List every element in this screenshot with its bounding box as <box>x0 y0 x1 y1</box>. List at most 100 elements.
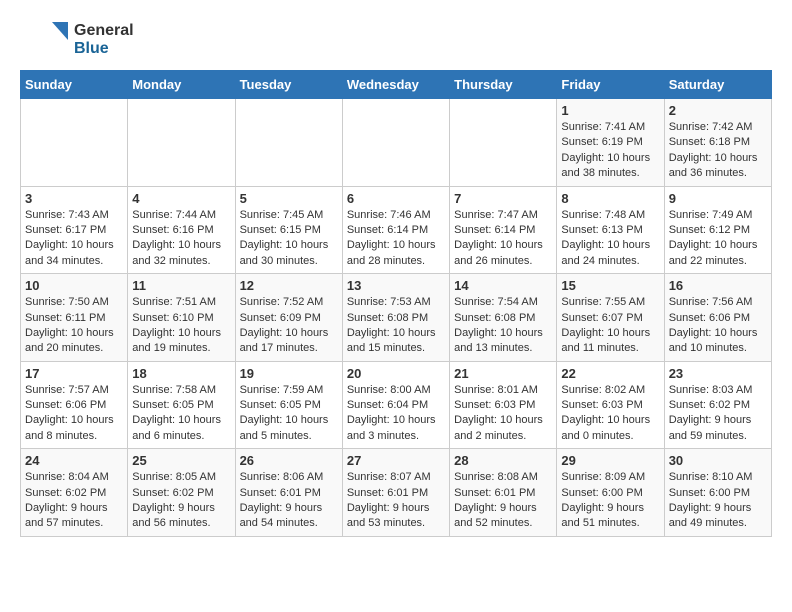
day-number: 26 <box>240 453 338 468</box>
day-number: 19 <box>240 366 338 381</box>
calendar-cell <box>342 99 449 187</box>
day-number: 4 <box>132 191 230 206</box>
page-header: GeneralBlue <box>20 20 772 60</box>
calendar-cell: 1 Sunrise: 7:41 AM Sunset: 6:19 PM Daylig… <box>557 99 664 187</box>
calendar-cell: 16 Sunrise: 7:56 AM Sunset: 6:06 PM Dayli… <box>664 274 771 362</box>
day-number: 5 <box>240 191 338 206</box>
day-detail: Sunrise: 7:45 AM Sunset: 6:15 PM Dayligh… <box>240 208 338 270</box>
calendar-cell: 19 Sunrise: 7:59 AM Sunset: 6:05 PM Dayli… <box>235 361 342 449</box>
day-detail: Sunrise: 8:02 AM Sunset: 6:03 PM Dayligh… <box>561 383 659 445</box>
calendar-cell <box>450 99 557 187</box>
day-number: 3 <box>25 191 123 206</box>
day-detail: Sunrise: 7:55 AM Sunset: 6:07 PM Dayligh… <box>561 295 659 357</box>
day-detail: Sunrise: 8:01 AM Sunset: 6:03 PM Dayligh… <box>454 383 552 445</box>
day-number: 25 <box>132 453 230 468</box>
day-number: 11 <box>132 278 230 293</box>
day-detail: Sunrise: 7:59 AM Sunset: 6:05 PM Dayligh… <box>240 383 338 445</box>
day-detail: Sunrise: 7:49 AM Sunset: 6:12 PM Dayligh… <box>669 208 767 270</box>
calendar-cell: 2Sunrise: 7:42 AM Sunset: 6:18 PM Daylig… <box>664 99 771 187</box>
day-detail: Sunrise: 7:42 AM Sunset: 6:18 PM Dayligh… <box>669 120 767 182</box>
logo-svg <box>20 20 70 60</box>
day-detail: Sunrise: 8:03 AM Sunset: 6:02 PM Dayligh… <box>669 383 767 445</box>
day-detail: Sunrise: 8:10 AM Sunset: 6:00 PM Dayligh… <box>669 470 767 532</box>
day-detail: Sunrise: 8:08 AM Sunset: 6:01 PM Dayligh… <box>454 470 552 532</box>
calendar-cell: 9 Sunrise: 7:49 AM Sunset: 6:12 PM Daylig… <box>664 186 771 274</box>
day-number: 14 <box>454 278 552 293</box>
calendar-cell: 20Sunrise: 8:00 AM Sunset: 6:04 PM Dayli… <box>342 361 449 449</box>
day-number: 8 <box>561 191 659 206</box>
logo-general: General <box>74 22 134 40</box>
calendar-cell: 14 Sunrise: 7:54 AM Sunset: 6:08 PM Dayli… <box>450 274 557 362</box>
day-detail: Sunrise: 7:58 AM Sunset: 6:05 PM Dayligh… <box>132 383 230 445</box>
day-number: 20 <box>347 366 445 381</box>
calendar-cell: 30 Sunrise: 8:10 AM Sunset: 6:00 PM Dayli… <box>664 449 771 537</box>
day-detail: Sunrise: 7:54 AM Sunset: 6:08 PM Dayligh… <box>454 295 552 357</box>
day-number: 1 <box>561 103 659 118</box>
calendar-cell <box>21 99 128 187</box>
day-detail: Sunrise: 7:56 AM Sunset: 6:06 PM Dayligh… <box>669 295 767 357</box>
day-detail: Sunrise: 7:44 AM Sunset: 6:16 PM Dayligh… <box>132 208 230 270</box>
day-number: 6 <box>347 191 445 206</box>
day-number: 7 <box>454 191 552 206</box>
calendar-cell <box>128 99 235 187</box>
logo-blue: Blue <box>74 40 134 58</box>
day-number: 22 <box>561 366 659 381</box>
day-detail: Sunrise: 7:50 AM Sunset: 6:11 PM Dayligh… <box>25 295 123 357</box>
day-number: 18 <box>132 366 230 381</box>
day-number: 17 <box>25 366 123 381</box>
week-row-1: 3 Sunrise: 7:43 AM Sunset: 6:17 PM Daylig… <box>21 186 772 274</box>
calendar-cell: 4 Sunrise: 7:44 AM Sunset: 6:16 PM Daylig… <box>128 186 235 274</box>
week-row-4: 24 Sunrise: 8:04 AM Sunset: 6:02 PM Dayli… <box>21 449 772 537</box>
calendar-cell: 22 Sunrise: 8:02 AM Sunset: 6:03 PM Dayli… <box>557 361 664 449</box>
day-number: 12 <box>240 278 338 293</box>
calendar-cell: 21Sunrise: 8:01 AM Sunset: 6:03 PM Dayli… <box>450 361 557 449</box>
day-number: 30 <box>669 453 767 468</box>
calendar-cell: 28 Sunrise: 8:08 AM Sunset: 6:01 PM Dayli… <box>450 449 557 537</box>
calendar-cell: 10 Sunrise: 7:50 AM Sunset: 6:11 PM Dayli… <box>21 274 128 362</box>
logo: GeneralBlue <box>20 20 134 60</box>
header-thursday: Thursday <box>450 71 557 99</box>
week-row-3: 17 Sunrise: 7:57 AM Sunset: 6:06 PM Dayli… <box>21 361 772 449</box>
day-detail: Sunrise: 8:09 AM Sunset: 6:00 PM Dayligh… <box>561 470 659 532</box>
day-number: 16 <box>669 278 767 293</box>
day-detail: Sunrise: 7:47 AM Sunset: 6:14 PM Dayligh… <box>454 208 552 270</box>
calendar-cell: 7 Sunrise: 7:47 AM Sunset: 6:14 PM Daylig… <box>450 186 557 274</box>
day-detail: Sunrise: 7:46 AM Sunset: 6:14 PM Dayligh… <box>347 208 445 270</box>
day-number: 29 <box>561 453 659 468</box>
header-friday: Friday <box>557 71 664 99</box>
day-detail: Sunrise: 8:06 AM Sunset: 6:01 PM Dayligh… <box>240 470 338 532</box>
calendar-cell: 12Sunrise: 7:52 AM Sunset: 6:09 PM Dayli… <box>235 274 342 362</box>
day-number: 24 <box>25 453 123 468</box>
calendar-cell: 17 Sunrise: 7:57 AM Sunset: 6:06 PM Dayli… <box>21 361 128 449</box>
day-number: 9 <box>669 191 767 206</box>
week-row-0: 1 Sunrise: 7:41 AM Sunset: 6:19 PM Daylig… <box>21 99 772 187</box>
calendar-cell: 27Sunrise: 8:07 AM Sunset: 6:01 PM Dayli… <box>342 449 449 537</box>
week-row-2: 10 Sunrise: 7:50 AM Sunset: 6:11 PM Dayli… <box>21 274 772 362</box>
calendar-cell: 18 Sunrise: 7:58 AM Sunset: 6:05 PM Dayli… <box>128 361 235 449</box>
day-detail: Sunrise: 8:04 AM Sunset: 6:02 PM Dayligh… <box>25 470 123 532</box>
header-wednesday: Wednesday <box>342 71 449 99</box>
calendar-table: SundayMondayTuesdayWednesdayThursdayFrid… <box>20 70 772 537</box>
day-number: 10 <box>25 278 123 293</box>
calendar-cell: 25 Sunrise: 8:05 AM Sunset: 6:02 PM Dayli… <box>128 449 235 537</box>
header-monday: Monday <box>128 71 235 99</box>
day-detail: Sunrise: 7:57 AM Sunset: 6:06 PM Dayligh… <box>25 383 123 445</box>
calendar-cell: 15 Sunrise: 7:55 AM Sunset: 6:07 PM Dayli… <box>557 274 664 362</box>
calendar-cell: 6 Sunrise: 7:46 AM Sunset: 6:14 PM Daylig… <box>342 186 449 274</box>
day-number: 13 <box>347 278 445 293</box>
day-number: 28 <box>454 453 552 468</box>
header-tuesday: Tuesday <box>235 71 342 99</box>
day-number: 15 <box>561 278 659 293</box>
header-saturday: Saturday <box>664 71 771 99</box>
day-detail: Sunrise: 7:43 AM Sunset: 6:17 PM Dayligh… <box>25 208 123 270</box>
calendar-cell: 8Sunrise: 7:48 AM Sunset: 6:13 PM Daylig… <box>557 186 664 274</box>
day-detail: Sunrise: 7:41 AM Sunset: 6:19 PM Dayligh… <box>561 120 659 182</box>
day-detail: Sunrise: 8:05 AM Sunset: 6:02 PM Dayligh… <box>132 470 230 532</box>
calendar-cell: 13Sunrise: 7:53 AM Sunset: 6:08 PM Dayli… <box>342 274 449 362</box>
calendar-cell: 24 Sunrise: 8:04 AM Sunset: 6:02 PM Dayli… <box>21 449 128 537</box>
calendar-cell: 3 Sunrise: 7:43 AM Sunset: 6:17 PM Daylig… <box>21 186 128 274</box>
day-number: 23 <box>669 366 767 381</box>
day-detail: Sunrise: 8:07 AM Sunset: 6:01 PM Dayligh… <box>347 470 445 532</box>
calendar-cell: 23 Sunrise: 8:03 AM Sunset: 6:02 PM Dayli… <box>664 361 771 449</box>
calendar-cell: 5 Sunrise: 7:45 AM Sunset: 6:15 PM Daylig… <box>235 186 342 274</box>
